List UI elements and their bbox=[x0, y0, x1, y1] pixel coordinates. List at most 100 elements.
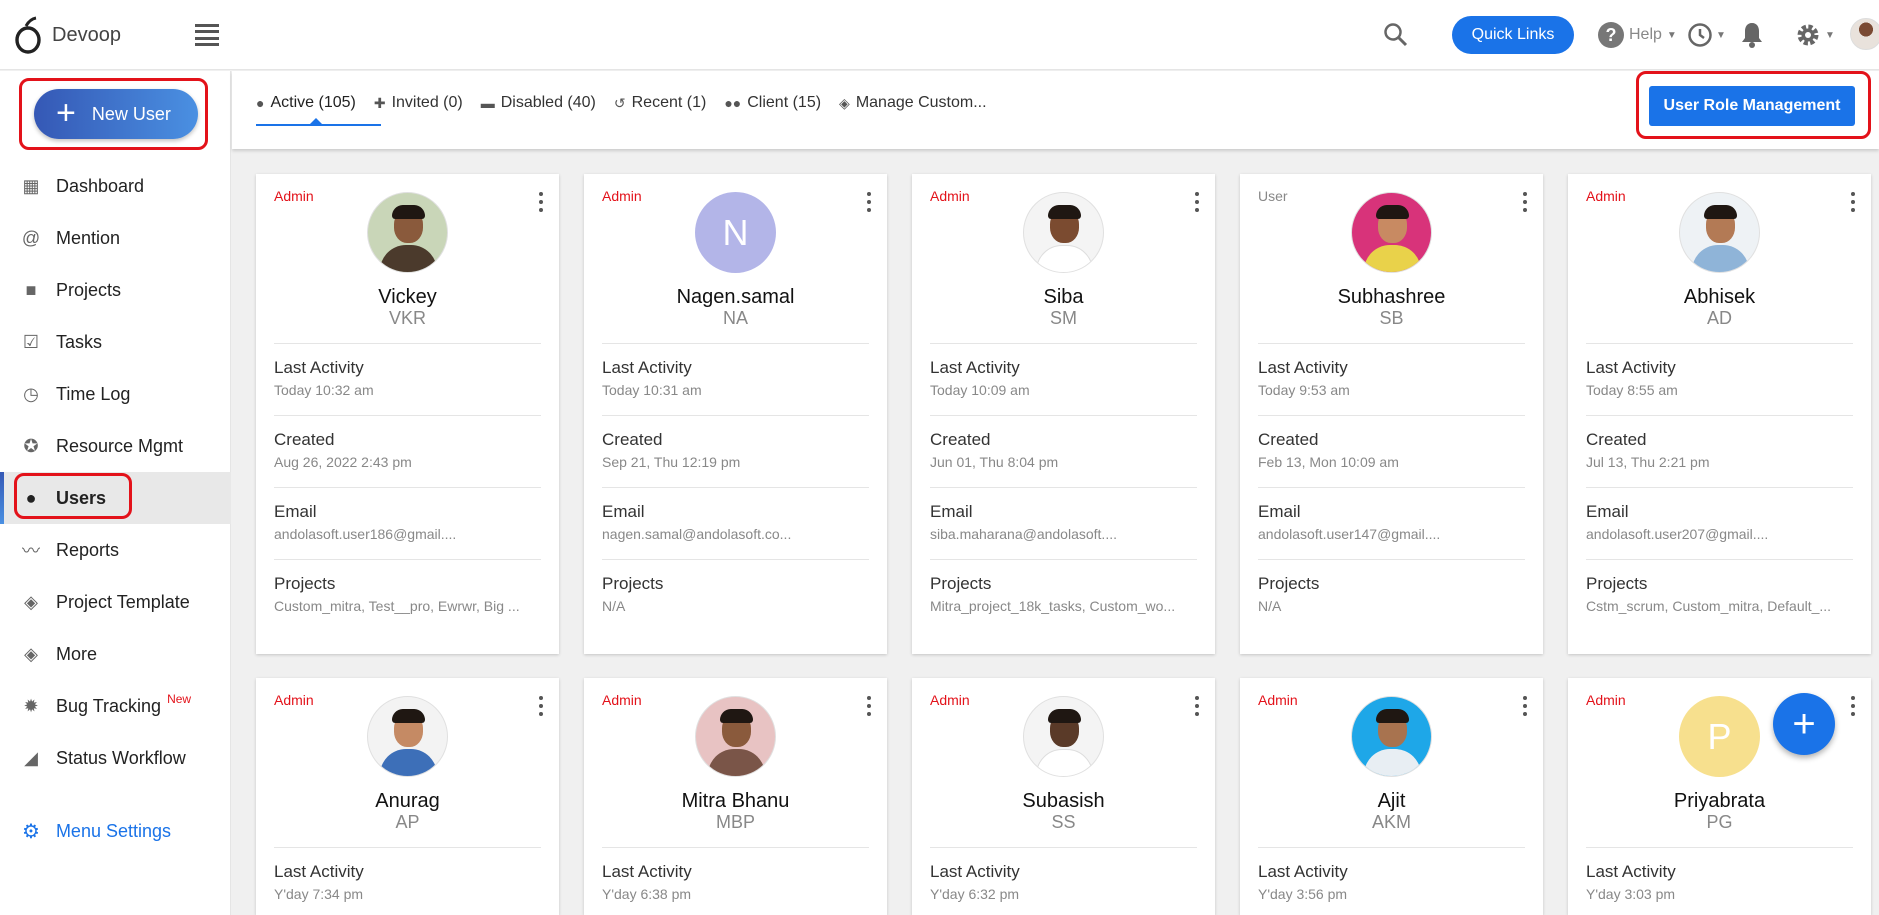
tab-label: Manage Custom... bbox=[855, 94, 987, 111]
last-activity-label: Last Activity bbox=[930, 358, 1020, 377]
tab-client[interactable]: ●● Client (15) bbox=[724, 89, 821, 117]
more-options-icon[interactable] bbox=[867, 192, 871, 212]
user-initials: AP bbox=[395, 812, 420, 832]
settings-menu[interactable]: ▼ bbox=[1794, 21, 1835, 49]
sidebar-item-more[interactable]: ◈ More bbox=[0, 628, 231, 680]
menu-toggle-icon[interactable] bbox=[195, 24, 219, 46]
more-options-icon[interactable] bbox=[1523, 192, 1527, 212]
sidebar-item-reports[interactable]: 〰 Reports bbox=[0, 524, 231, 576]
quick-links-button[interactable]: Quick Links bbox=[1452, 16, 1574, 54]
user-card[interactable]: Admin Siba SM Last Activity Today 10:09 a… bbox=[912, 174, 1215, 654]
created-section: Created Aug 26, 2022 2:43 pm bbox=[274, 415, 541, 470]
more-options-icon[interactable] bbox=[1523, 696, 1527, 716]
sidebar-nav: ▦ Dashboard @ Mention ■ Projects ☑ Tasks ◷ Ti… bbox=[0, 160, 231, 784]
created-label: Created bbox=[274, 430, 335, 449]
sidebar-item-label: Bug Tracking bbox=[56, 695, 162, 716]
more-options-icon[interactable] bbox=[1851, 696, 1855, 716]
clock-icon: ◷ bbox=[23, 383, 39, 404]
recent-menu[interactable]: ▼ bbox=[1687, 22, 1726, 48]
sidebar-item-time-log[interactable]: ◷ Time Log bbox=[0, 368, 231, 420]
last-activity-section: Last Activity Today 10:32 am bbox=[274, 343, 541, 398]
user-card[interactable]: Admin Abhisek AD Last Activity Today 8:55… bbox=[1568, 174, 1871, 654]
more-options-icon[interactable] bbox=[539, 192, 543, 212]
projects-section: Projects Mitra_project_18k_tasks, Custom_… bbox=[930, 559, 1197, 614]
sidebar-item-label: Mention bbox=[56, 227, 121, 248]
projects-value: N/A bbox=[602, 598, 626, 614]
last-activity-section: Last Activity Y'day 6:32 pm bbox=[930, 847, 1197, 902]
sidebar-item-mention[interactable]: @ Mention bbox=[0, 212, 231, 264]
tab-recent[interactable]: ↺ Recent (1) bbox=[614, 89, 706, 117]
last-activity-section: Last Activity Today 9:53 am bbox=[1258, 343, 1525, 398]
user-initials: SB bbox=[1379, 308, 1404, 328]
more-options-icon[interactable] bbox=[867, 696, 871, 716]
sidebar-item-users[interactable]: ● Users bbox=[0, 472, 231, 524]
tab-disabled[interactable]: ▬ Disabled (40) bbox=[481, 89, 596, 117]
user-tabs-bar: ● Active (105) ✚ Invited (0) ▬ Disabled (40… bbox=[232, 71, 1879, 149]
role-label: Admin bbox=[930, 692, 970, 708]
app-logo[interactable]: Devoop bbox=[14, 16, 121, 54]
dashboard-icon: ▦ bbox=[22, 175, 40, 196]
projects-label: Projects bbox=[930, 574, 992, 593]
last-activity-section: Last Activity Today 8:55 am bbox=[1586, 343, 1853, 398]
more-options-icon[interactable] bbox=[1851, 192, 1855, 212]
person-add-icon: ✚ bbox=[373, 94, 386, 111]
sidebar-item-label: Time Log bbox=[56, 383, 131, 404]
sidebar-item-resource-mgmt[interactable]: ✪ Resource Mgmt bbox=[0, 420, 231, 472]
logo-icon bbox=[15, 16, 41, 54]
avatar bbox=[695, 696, 776, 777]
role-label: Admin bbox=[1586, 188, 1626, 204]
created-section: Created Jul 13, Thu 2:21 pm bbox=[1586, 415, 1853, 470]
user-card[interactable]: Admin Anurag AP Last Activity Y'day 7:34 … bbox=[256, 678, 559, 915]
help-menu[interactable]: ? Help ▼ bbox=[1598, 22, 1677, 48]
tab-invited[interactable]: ✚ Invited (0) bbox=[374, 89, 463, 117]
tab-manage-custom[interactable]: ◈ Manage Custom... bbox=[839, 89, 987, 117]
user-card[interactable]: Admin N Nagen.samal NA Last Activity Toda… bbox=[584, 174, 887, 654]
avatar bbox=[1351, 192, 1432, 273]
email-label: Email bbox=[274, 502, 317, 521]
email-value: andolasoft.user147@gmail.... bbox=[1258, 526, 1441, 542]
add-fab-button[interactable]: + bbox=[1773, 693, 1835, 755]
sidebar: + New User ▦ Dashboard @ Mention ■ Projects… bbox=[0, 71, 231, 915]
profile-avatar[interactable] bbox=[1850, 18, 1879, 50]
notification-bell-icon[interactable] bbox=[1740, 21, 1764, 49]
user-card[interactable]: Admin Vickey VKR Last Activity Today 10:3… bbox=[256, 174, 559, 654]
new-user-button[interactable]: + New User bbox=[34, 89, 198, 139]
tab-active[interactable]: ● Active (105) bbox=[256, 89, 356, 117]
created-value: Feb 13, Mon 10:09 am bbox=[1258, 454, 1399, 470]
user-card[interactable]: Admin Subasish SS Last Activity Y'day 6:3… bbox=[912, 678, 1215, 915]
menu-settings-link[interactable]: ⚙ Menu Settings bbox=[22, 819, 171, 844]
user-initials: SS bbox=[1051, 812, 1076, 832]
menu-settings-label: Menu Settings bbox=[55, 821, 172, 841]
sidebar-item-bug-tracking[interactable]: ✹ Bug Tracking New bbox=[0, 680, 231, 732]
user-card[interactable]: Admin Mitra Bhanu MBP Last Activity Y'day… bbox=[584, 678, 887, 915]
layers-icon: ◈ bbox=[24, 643, 38, 664]
more-options-icon[interactable] bbox=[1195, 192, 1199, 212]
user-name: Nagen.samal bbox=[676, 286, 795, 308]
user-role-management-button[interactable]: User Role Management bbox=[1649, 86, 1855, 126]
user-initials: MBP bbox=[715, 812, 755, 832]
created-section: Created Sep 21, Thu 12:19 pm bbox=[602, 415, 869, 470]
sidebar-item-tasks[interactable]: ☑ Tasks bbox=[0, 316, 231, 368]
sidebar-item-project-template[interactable]: ◈ Project Template bbox=[0, 576, 231, 628]
chevron-down-icon: ▼ bbox=[1716, 29, 1726, 41]
avatar: P bbox=[1679, 696, 1760, 777]
briefcase-icon: ■ bbox=[25, 279, 37, 300]
role-label: Admin bbox=[602, 188, 642, 204]
email-label: Email bbox=[1586, 502, 1629, 521]
more-options-icon[interactable] bbox=[1195, 696, 1199, 716]
search-icon[interactable] bbox=[1383, 22, 1409, 48]
last-activity-section: Last Activity Today 10:31 am bbox=[602, 343, 869, 398]
email-section: Email andolasoft.user186@gmail.... bbox=[274, 487, 541, 542]
user-name: Subasish bbox=[1022, 790, 1105, 812]
last-activity-value: Today 9:53 am bbox=[1258, 382, 1350, 398]
sidebar-item-dashboard[interactable]: ▦ Dashboard bbox=[0, 160, 231, 212]
last-activity-value: Today 10:31 am bbox=[602, 382, 702, 398]
user-card[interactable]: User Subhashree SB Last Activity Today 9:… bbox=[1240, 174, 1543, 654]
sidebar-item-projects[interactable]: ■ Projects bbox=[0, 264, 231, 316]
projects-label: Projects bbox=[274, 574, 336, 593]
gear-icon bbox=[1797, 24, 1819, 46]
sidebar-item-status-workflow[interactable]: ◢ Status Workflow bbox=[0, 732, 231, 784]
more-options-icon[interactable] bbox=[539, 696, 543, 716]
projects-value: Custom_mitra, Test__pro, Ewrwr, Big ... bbox=[274, 598, 520, 614]
user-card[interactable]: Admin Ajit AKM Last Activity Y'day 3:56 p… bbox=[1240, 678, 1543, 915]
